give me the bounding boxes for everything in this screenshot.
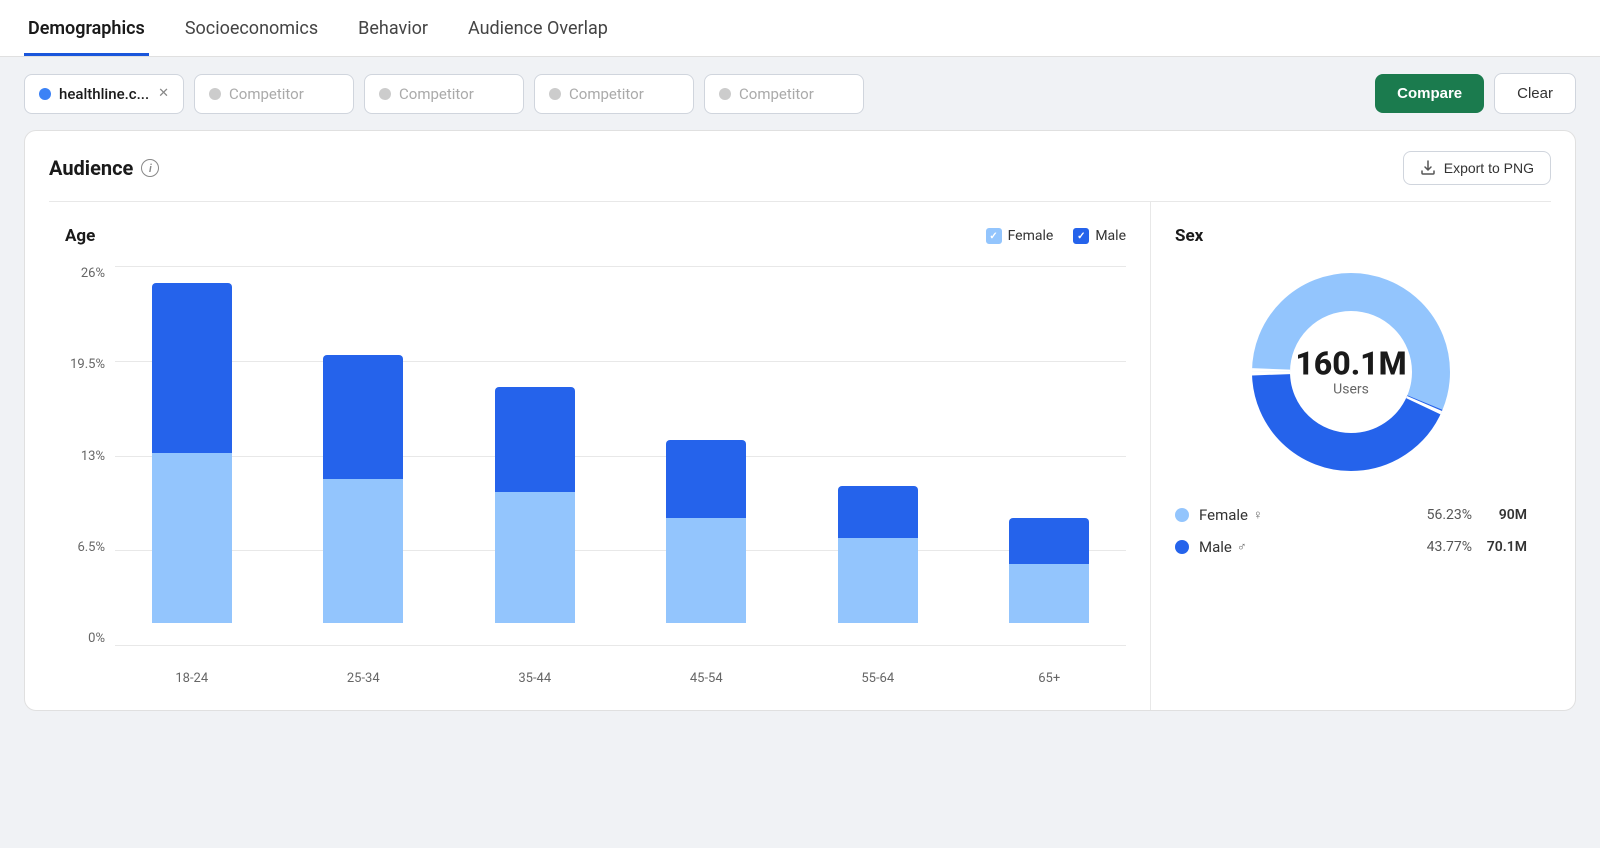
- y-label-26: 26%: [81, 266, 105, 281]
- charts-area: Age ✓ Female ✓ Male: [49, 201, 1551, 710]
- audience-title-text: Audience: [49, 156, 133, 180]
- donut-svg: [1241, 262, 1461, 482]
- male-legend-item[interactable]: ✓ Male: [1073, 228, 1126, 244]
- female-segment-35-44: [495, 492, 575, 623]
- clear-button[interactable]: Clear: [1494, 73, 1576, 114]
- female-count: 90M: [1482, 507, 1527, 523]
- bars-row: [115, 266, 1126, 663]
- male-sex-dot: [1175, 540, 1189, 554]
- male-sex-label: Male ♂: [1199, 538, 1407, 556]
- x-label-18-24: 18-24: [115, 671, 269, 686]
- competitor3-pill[interactable]: Competitor: [364, 74, 524, 114]
- donut-container: 160.1M Users: [1241, 262, 1461, 482]
- filter-bar: healthline.c... ✕ Competitor Competitor …: [0, 57, 1600, 130]
- bar-group-18-24: [115, 283, 269, 623]
- donut-wrapper: 160.1M Users: [1175, 262, 1527, 482]
- comp2-dot: [209, 88, 221, 100]
- male-sex-legend-item: Male ♂ 43.77% 70.1M: [1175, 538, 1527, 556]
- female-segment-45-54: [666, 518, 746, 623]
- bar-group-25-34: [287, 355, 441, 623]
- site1-pill[interactable]: healthline.c... ✕: [24, 74, 184, 114]
- female-segment-25-34: [323, 479, 403, 623]
- sex-chart-title: Sex: [1175, 226, 1203, 246]
- male-count: 70.1M: [1482, 539, 1527, 555]
- female-gender-icon: ♀: [1253, 507, 1263, 523]
- female-segment-65+: [1009, 564, 1089, 623]
- male-gender-icon: ♂: [1237, 539, 1247, 555]
- male-segment-55-64: [838, 486, 918, 538]
- x-labels: 18-24 25-34 35-44 45-54 55-64 65+: [115, 663, 1126, 686]
- chart-body: 18-24 25-34 35-44 45-54 55-64 65+: [115, 266, 1126, 686]
- tab-audience-overlap[interactable]: Audience Overlap: [464, 0, 612, 56]
- sex-legend: Female ♀ 56.23% 90M Male ♂ 43.77% 70: [1175, 506, 1527, 556]
- x-label-55-64: 55-64: [801, 671, 955, 686]
- bar-group-45-54: [630, 440, 784, 623]
- competitor5-pill[interactable]: Competitor: [704, 74, 864, 114]
- male-sex-label-text: Male: [1199, 538, 1232, 556]
- bar-group-65+: [973, 518, 1127, 623]
- female-legend-label: Female: [1008, 228, 1054, 244]
- audience-info-icon[interactable]: i: [141, 159, 159, 177]
- export-icon: [1420, 160, 1436, 176]
- y-label-195: 19.5%: [70, 357, 105, 372]
- sex-section: Sex: [1151, 202, 1551, 710]
- site1-close-icon[interactable]: ✕: [158, 86, 169, 101]
- y-label-13: 13%: [81, 449, 105, 464]
- competitor2-pill[interactable]: Competitor: [194, 74, 354, 114]
- female-legend-item[interactable]: ✓ Female: [986, 228, 1054, 244]
- comp4-dot: [549, 88, 561, 100]
- export-label: Export to PNG: [1444, 160, 1534, 176]
- audience-card-header: Audience i Export to PNG: [49, 151, 1551, 185]
- y-label-65: 6.5%: [77, 540, 105, 555]
- x-label-25-34: 25-34: [287, 671, 441, 686]
- male-segment-65+: [1009, 518, 1089, 564]
- tabs-bar: Demographics Socioeconomics Behavior Aud…: [0, 0, 1600, 57]
- export-button[interactable]: Export to PNG: [1403, 151, 1551, 185]
- x-label-45-54: 45-54: [630, 671, 784, 686]
- female-checkbox[interactable]: ✓: [986, 228, 1002, 244]
- tab-socioeconomics[interactable]: Socioeconomics: [181, 0, 322, 56]
- female-sex-legend-item: Female ♀ 56.23% 90M: [1175, 506, 1527, 524]
- female-sex-label: Female ♀: [1199, 506, 1407, 524]
- compare-button[interactable]: Compare: [1375, 74, 1484, 113]
- female-sex-label-text: Female: [1199, 506, 1248, 524]
- male-segment-35-44: [495, 387, 575, 492]
- female-segment-55-64: [838, 538, 918, 623]
- x-label-65+: 65+: [973, 671, 1127, 686]
- comp3-label: Competitor: [399, 85, 474, 103]
- male-pct: 43.77%: [1417, 539, 1472, 555]
- y-label-0: 0%: [88, 631, 105, 646]
- female-sex-dot: [1175, 508, 1189, 522]
- female-segment-18-24: [152, 453, 232, 623]
- female-pct: 56.23%: [1417, 507, 1472, 523]
- bar-group-35-44: [458, 387, 612, 623]
- male-segment-18-24: [152, 283, 232, 453]
- male-segment-45-54: [666, 440, 746, 518]
- site1-dot: [39, 88, 51, 100]
- male-checkbox[interactable]: ✓: [1073, 228, 1089, 244]
- tab-demographics[interactable]: Demographics: [24, 0, 149, 56]
- main-container: Demographics Socioeconomics Behavior Aud…: [0, 0, 1600, 711]
- y-axis: 26% 19.5% 13% 6.5% 0%: [65, 266, 115, 686]
- competitor4-pill[interactable]: Competitor: [534, 74, 694, 114]
- age-legend: ✓ Female ✓ Male: [986, 228, 1126, 244]
- x-label-35-44: 35-44: [458, 671, 612, 686]
- comp4-label: Competitor: [569, 85, 644, 103]
- comp5-dot: [719, 88, 731, 100]
- bar-chart-wrapper: 26% 19.5% 13% 6.5% 0%: [65, 266, 1126, 686]
- male-segment-25-34: [323, 355, 403, 479]
- tab-behavior[interactable]: Behavior: [354, 0, 432, 56]
- comp5-label: Competitor: [739, 85, 814, 103]
- comp3-dot: [379, 88, 391, 100]
- comp2-label: Competitor: [229, 85, 304, 103]
- audience-card: Audience i Export to PNG Age ✓: [24, 130, 1576, 711]
- age-chart-title: Age: [65, 226, 95, 246]
- bar-chart-section: Age ✓ Female ✓ Male: [49, 202, 1151, 710]
- audience-title: Audience i: [49, 156, 159, 180]
- chart-header: Age ✓ Female ✓ Male: [65, 226, 1126, 246]
- bar-group-55-64: [801, 486, 955, 623]
- male-legend-label: Male: [1095, 228, 1126, 244]
- site1-label: healthline.c...: [59, 85, 149, 103]
